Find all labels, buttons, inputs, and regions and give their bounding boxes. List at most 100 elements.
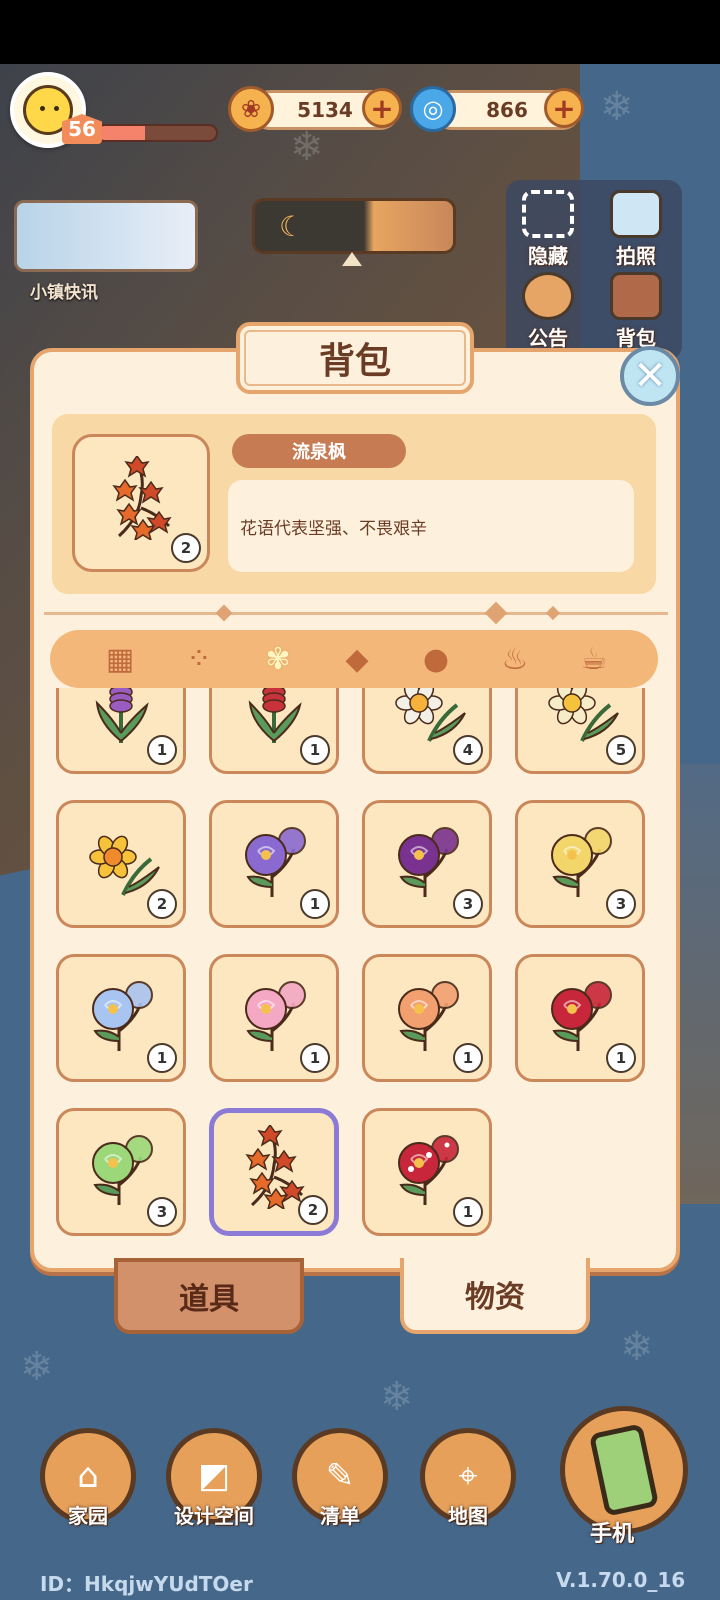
snowflake-icon: ❄ xyxy=(600,84,634,130)
close-button[interactable]: ✕ xyxy=(620,346,680,406)
phone-label: 手机 xyxy=(590,1522,635,1547)
add-coins-button[interactable]: + xyxy=(362,88,402,128)
daffodil-flower-icon xyxy=(395,688,466,742)
tab-items[interactable]: 道具 xyxy=(114,1258,304,1334)
hot-bowl-icon: ♨ xyxy=(501,641,529,677)
snowflake-icon: ❄ xyxy=(620,1324,654,1370)
drumstick-icon: ● xyxy=(422,641,450,677)
item-grid[interactable]: 1 1 4 5 2 1 3 3 1 1 1 1 3 2 1 xyxy=(40,688,672,1248)
snowflake-icon: ❄ xyxy=(20,1344,54,1390)
grid-icon: ▦ xyxy=(105,641,135,677)
item-count: 2 xyxy=(171,533,201,563)
flower-sprig-icon: ✾ xyxy=(265,641,291,677)
coin-amount: 5134 xyxy=(297,98,353,122)
tab-grid[interactable]: ▦ xyxy=(96,636,144,682)
announcement-button[interactable]: 公告 xyxy=(508,272,588,351)
tab-materials[interactable]: 物资 xyxy=(400,1258,590,1334)
phone-icon xyxy=(588,1423,660,1517)
rose-flower-icon xyxy=(398,981,459,1052)
backpack-button[interactable]: 背包 xyxy=(596,272,676,351)
item-slot[interactable]: 3 xyxy=(56,1108,186,1236)
nav-label: 家园 xyxy=(68,1504,108,1528)
rose-flower-icon xyxy=(398,1135,459,1206)
experience-fill xyxy=(98,126,146,140)
divider xyxy=(44,612,668,615)
item-count: 1 xyxy=(453,1043,483,1073)
item-count: 1 xyxy=(300,1043,330,1073)
rose-flower-icon xyxy=(92,981,153,1052)
rose-flower-icon xyxy=(551,981,612,1052)
add-gems-button[interactable]: + xyxy=(544,88,584,128)
item-count: 1 xyxy=(147,1043,177,1073)
snowflake-icon: ❄ xyxy=(380,1374,414,1420)
item-slot[interactable]: 1 xyxy=(515,954,645,1082)
gem-amount: 866 xyxy=(486,98,528,122)
tab-seed-packet[interactable]: ⁘ xyxy=(175,636,223,682)
item-slot[interactable]: 4 xyxy=(362,688,492,774)
design-icon: ◩ xyxy=(197,1456,231,1496)
item-count: 1 xyxy=(147,735,177,765)
coin-icon: ❀ xyxy=(228,86,274,132)
item-slot[interactable]: 5 xyxy=(515,688,645,774)
fish-icon: ◆ xyxy=(345,641,369,677)
camera-button[interactable]: 拍照 xyxy=(596,190,676,269)
item-count: 3 xyxy=(606,889,636,919)
tab-drumstick[interactable]: ● xyxy=(412,636,460,682)
snowflake-icon: ❄ xyxy=(290,124,324,170)
hide-icon xyxy=(522,190,574,238)
tab-fish[interactable]: ◆ xyxy=(333,636,381,682)
item-slot[interactable]: 1 xyxy=(209,800,339,928)
moon-icon: ☾ xyxy=(279,209,305,243)
item-slot[interactable]: 1 xyxy=(56,954,186,1082)
rose-flower-icon xyxy=(245,827,306,898)
panel-title: 背包 xyxy=(236,322,474,394)
item-slot[interactable]: 2 xyxy=(56,800,186,928)
selected-item-slot: 2 xyxy=(72,434,210,572)
hide-button[interactable]: 隐藏 xyxy=(508,190,588,269)
item-slot[interactable]: 1 xyxy=(362,1108,492,1236)
daffodil-flower-icon xyxy=(548,688,619,742)
day-night-indicator[interactable]: ☾ xyxy=(252,198,456,254)
item-count: 5 xyxy=(606,735,636,765)
nav-label: 设计空间 xyxy=(174,1504,254,1528)
item-count: 1 xyxy=(300,889,330,919)
phone-button[interactable] xyxy=(560,1406,688,1534)
item-slot[interactable]: 1 xyxy=(209,688,339,774)
item-count: 2 xyxy=(147,889,177,919)
item-slot[interactable]: 2 xyxy=(209,1108,339,1236)
item-slot[interactable]: 3 xyxy=(362,800,492,928)
item-slot[interactable]: 1 xyxy=(56,688,186,774)
camera-label: 拍照 xyxy=(616,244,656,268)
time-pointer-icon xyxy=(342,252,362,266)
nav-label: 地图 xyxy=(448,1504,488,1528)
tab-coffee-cup[interactable]: ☕ xyxy=(570,636,618,682)
close-icon: ✕ xyxy=(633,353,667,399)
daffodil-flower-icon xyxy=(89,835,160,896)
experience-bar xyxy=(96,124,218,142)
item-slot[interactable]: 3 xyxy=(515,800,645,928)
hide-label: 隐藏 xyxy=(528,244,568,268)
seed-packet-icon: ⁘ xyxy=(186,641,212,677)
news-card[interactable] xyxy=(14,200,198,272)
item-count: 4 xyxy=(453,735,483,765)
item-name: 流泉枫 xyxy=(232,434,406,468)
list-icon: ✎ xyxy=(325,1456,355,1496)
item-slot[interactable]: 1 xyxy=(209,954,339,1082)
maple-flower-icon xyxy=(245,1125,305,1210)
rose-flower-icon xyxy=(398,827,459,898)
tab-flower-sprig[interactable]: ✾ xyxy=(254,636,302,682)
item-slot[interactable]: 1 xyxy=(362,954,492,1082)
spike-flower-icon xyxy=(95,688,149,744)
rose-flower-icon xyxy=(551,827,612,898)
item-count: 3 xyxy=(147,1197,177,1227)
backpack-icon xyxy=(610,272,662,320)
item-count: 3 xyxy=(453,889,483,919)
maple-branch-icon xyxy=(112,455,172,540)
tab-hot-bowl[interactable]: ♨ xyxy=(491,636,539,682)
announcement-icon xyxy=(522,272,574,320)
rose-flower-icon xyxy=(245,981,306,1052)
item-count: 2 xyxy=(298,1195,328,1225)
rose-flower-icon xyxy=(92,1135,153,1206)
map-pin-icon: ⌖ xyxy=(458,1456,478,1496)
swirl-gem-icon: ◎ xyxy=(410,86,456,132)
